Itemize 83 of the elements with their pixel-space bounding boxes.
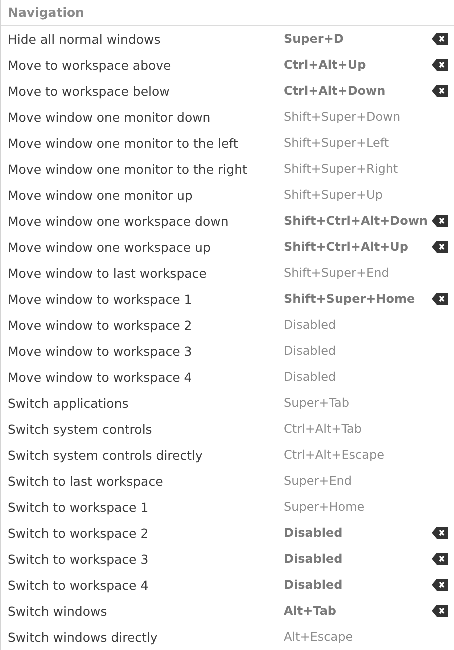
shortcut-row[interactable]: Move window to workspace 1 Shift+Super+Home [1,286,454,312]
shortcut-row[interactable]: Switch applications Super+Tab [1,390,454,416]
action-label: Switch windows directly [8,630,159,644]
action-label: Switch to workspace 3 [8,552,150,566]
shortcut-label: Alt+Tab [284,604,338,618]
shortcut-row[interactable]: Switch to workspace 3 Disabled [1,546,454,572]
shortcut-label: Ctrl+Alt+Down [284,84,387,98]
shortcut-row[interactable]: Move window one workspace up Shift+Ctrl+Alt+Up [1,234,454,260]
clear-icon[interactable] [432,85,448,97]
action-label: Switch to last workspace [8,474,164,488]
action-label: Move window one monitor to the right [8,162,248,176]
shortcut-row[interactable]: Move window to last workspace Shift+Super+End [1,260,454,286]
action-label: Switch to workspace 2 [8,526,150,540]
clear-icon[interactable] [432,241,448,253]
shortcut-label: Shift+Super+Right [284,162,400,176]
shortcut-label: Shift+Ctrl+Alt+Up [284,240,410,254]
action-label: Switch to workspace 4 [8,578,150,592]
shortcut-row[interactable]: Move window one monitor to the right Shift+Super+Right [1,156,454,182]
shortcut-row[interactable]: Switch to workspace 4 Disabled [1,572,454,598]
shortcut-row[interactable]: Move window one workspace down Shift+Ctrl+Alt+Down [1,208,454,234]
clear-icon[interactable] [432,215,448,227]
shortcut-label: Shift+Super+Up [284,188,384,202]
shortcut-row[interactable]: Move window one monitor to the left Shift+Super+Left [1,130,454,156]
shortcut-label: Disabled [284,344,338,358]
section-title: Navigation [8,5,84,20]
shortcut-label: Super+End [284,474,354,488]
shortcut-row[interactable]: Move window to workspace 3 Disabled [1,338,454,364]
shortcut-row[interactable]: Move window to workspace 2 Disabled [1,312,454,338]
action-label: Move window to last workspace [8,266,208,280]
shortcut-label: Super+Tab [284,396,351,410]
clear-icon[interactable] [432,527,448,539]
action-label: Move window one monitor down [8,110,212,124]
shortcut-label: Ctrl+Alt+Tab [284,422,364,436]
shortcut-row[interactable]: Hide all normal windows Super+D [1,26,454,52]
shortcut-label: Ctrl+Alt+Up [284,58,368,72]
action-label: Move window to workspace 3 [8,344,194,358]
action-label: Move to workspace below [8,84,171,98]
clear-icon[interactable] [432,579,448,591]
action-label: Move window one monitor to the left [8,136,240,150]
shortcut-label: Disabled [284,578,344,592]
shortcut-label: Alt+Escape [284,630,354,644]
shortcut-row[interactable]: Switch windows Alt+Tab [1,598,454,624]
action-label: Switch system controls directly [8,448,204,462]
shortcut-label: Shift+Super+End [284,266,390,280]
clear-icon[interactable] [432,33,448,45]
action-label: Switch to workspace 1 [8,500,150,514]
shortcut-row[interactable]: Switch windows directly Alt+Escape [1,624,454,650]
action-label: Move window one monitor up [8,188,194,202]
clear-icon[interactable] [432,553,448,565]
action-label: Switch system controls [8,422,154,436]
clear-icon[interactable] [432,293,448,305]
shortcut-row[interactable]: Move to workspace above Ctrl+Alt+Up [1,52,454,78]
shortcut-row[interactable]: Move window one monitor down Shift+Super+Down [1,104,454,130]
shortcut-row[interactable]: Move to workspace below Ctrl+Alt+Down [1,78,454,104]
action-label: Move window one workspace up [8,240,212,254]
shortcut-label: Ctrl+Alt+Escape [284,448,386,462]
shortcut-row[interactable]: Move window to workspace 4 Disabled [1,364,454,390]
action-label: Move window to workspace 4 [8,370,194,384]
action-label: Move to workspace above [8,58,172,72]
shortcut-row[interactable]: Switch to workspace 2 Disabled [1,520,454,546]
shortcut-row[interactable]: Switch system controls Ctrl+Alt+Tab [1,416,454,442]
shortcut-label: Super+Home [284,500,366,514]
shortcut-label: Shift+Ctrl+Alt+Down [284,214,429,228]
action-label: Switch windows [8,604,108,618]
shortcut-label: Super+D [284,32,345,46]
action-label: Move window to workspace 2 [8,318,194,332]
shortcut-row[interactable]: Switch system controls directly Ctrl+Alt+Escape [1,442,454,468]
action-label: Move window to workspace 1 [8,292,194,306]
shortcut-row[interactable]: Switch to last workspace Super+End [1,468,454,494]
shortcut-row[interactable]: Switch to workspace 1 Super+Home [1,494,454,520]
clear-icon[interactable] [432,605,448,617]
action-label: Hide all normal windows [8,32,162,46]
shortcut-label: Disabled [284,370,338,384]
action-label: Switch applications [8,396,130,410]
clear-icon[interactable] [432,59,448,71]
shortcut-label: Disabled [284,318,338,332]
shortcut-label: Shift+Super+Left [284,136,390,150]
shortcut-row[interactable]: Move window one monitor up Shift+Super+Up [1,182,454,208]
action-label: Move window one workspace down [8,214,230,228]
shortcut-label: Shift+Super+Home [284,292,416,306]
shortcut-label: Disabled [284,526,344,540]
shortcut-label: Disabled [284,552,344,566]
shortcut-label: Shift+Super+Down [284,110,402,124]
